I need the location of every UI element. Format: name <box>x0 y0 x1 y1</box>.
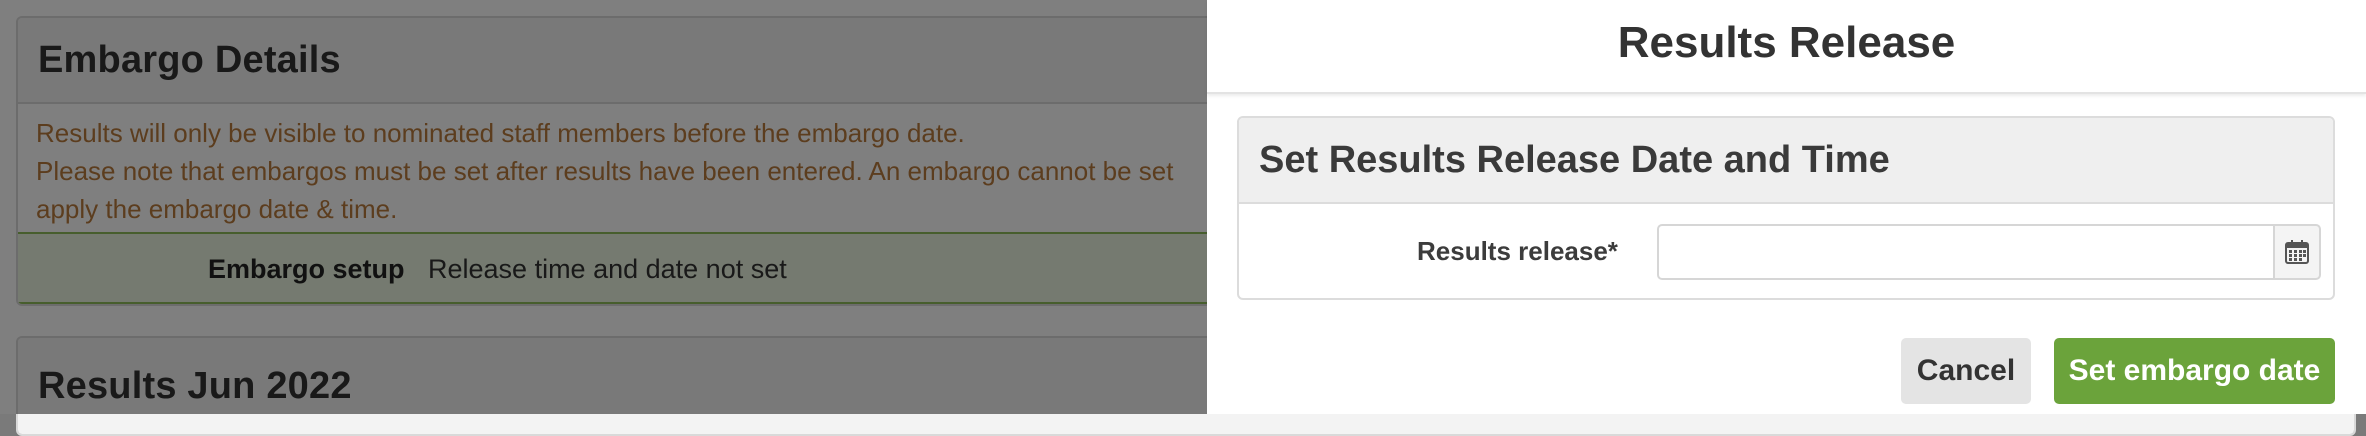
calendar-icon <box>2285 240 2309 264</box>
set-embargo-date-button[interactable]: Set embargo date <box>2054 338 2335 404</box>
results-release-modal: Results Release Set Results Release Date… <box>1207 0 2366 414</box>
release-date-panel: Set Results Release Date and Time Result… <box>1237 116 2335 300</box>
release-time-field[interactable] <box>1989 224 2275 280</box>
modal-title: Results Release <box>1617 18 1956 67</box>
release-time-input[interactable] <box>1989 226 2273 278</box>
calendar-button[interactable] <box>2273 224 2321 280</box>
results-release-label: Results release* <box>1417 236 1618 266</box>
release-date-panel-title: Set Results Release Date and Time <box>1239 118 2333 204</box>
cancel-button[interactable]: Cancel <box>1901 338 2031 404</box>
modal-header: Results Release <box>1207 0 2366 94</box>
release-date-input[interactable] <box>1659 226 1989 278</box>
release-date-field[interactable] <box>1657 224 1991 280</box>
